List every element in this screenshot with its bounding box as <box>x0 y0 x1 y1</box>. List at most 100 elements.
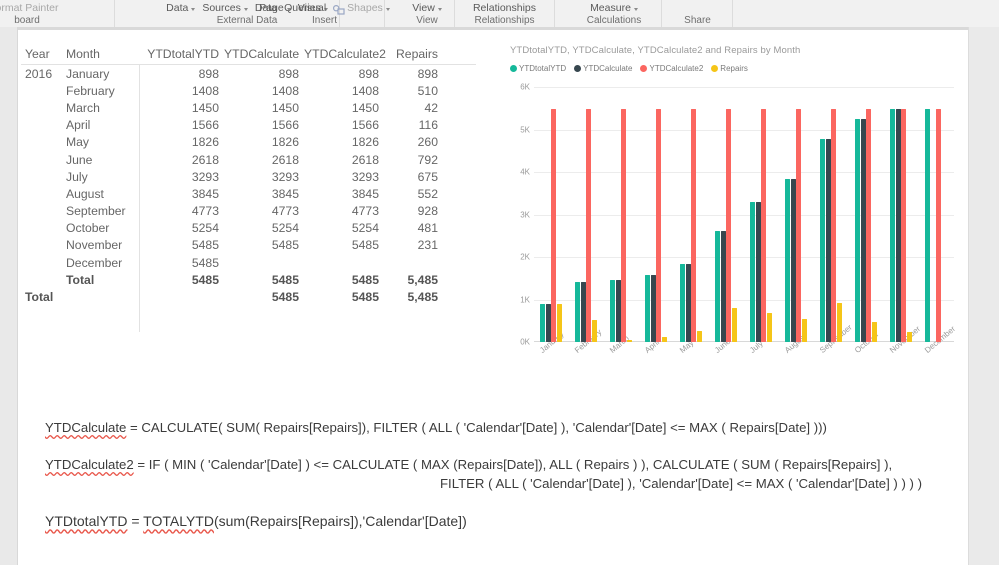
ribbon-button-visual[interactable]: Visual <box>298 0 326 16</box>
chart-bar-group[interactable] <box>639 87 674 342</box>
right-fields-panel[interactable] <box>968 27 999 565</box>
chart-legend[interactable]: YTDtotalYTD YTDCalculate YTDCalculate2 Repa… <box>510 64 748 73</box>
chevron-down-icon[interactable] <box>385 7 390 11</box>
chart-bar-ytdcalculate2[interactable] <box>936 108 942 342</box>
legend-item-ytdcalculate[interactable]: YTDCalculate <box>574 64 632 73</box>
chart-bar-group[interactable] <box>674 87 709 342</box>
chevron-down-icon[interactable] <box>191 7 196 11</box>
chart-bar-repairs[interactable] <box>766 313 772 342</box>
chart-bar-ytdtotalytd[interactable] <box>680 264 685 342</box>
chart-bar-ytdcalculate[interactable] <box>755 202 761 342</box>
chart-bar-ytdcalculate2[interactable] <box>866 108 872 342</box>
matrix-row[interactable]: September 4773 4773 4773 928 <box>21 203 476 220</box>
matrix-row[interactable]: August 3845 3845 3845 552 <box>21 185 476 202</box>
chart-bar-ytdcalculate[interactable] <box>615 280 621 342</box>
matrix-row[interactable]: May 1826 1826 1826 260 <box>21 134 476 151</box>
chart-bar-ytdcalculate[interactable] <box>790 178 796 342</box>
legend-label: YTDCalculate <box>583 64 633 73</box>
chart-bar-group[interactable] <box>569 87 604 342</box>
chart-bar-repairs[interactable] <box>661 337 667 342</box>
chart-bar-ytdtotalytd[interactable] <box>540 303 545 342</box>
matrix-visual[interactable]: Year Month YTDtotalYTD YTDCalculate YTDC… <box>21 44 476 334</box>
legend-item-ytdcalculate2[interactable]: YTDCalculate2 <box>640 64 703 73</box>
matrix-grandtotal-repairs: 5,485 <box>407 290 439 305</box>
chart-bar-group[interactable] <box>534 87 569 342</box>
chart-bar-ytdcalculate[interactable] <box>825 139 831 342</box>
chart-bar-repairs[interactable] <box>626 340 632 342</box>
chart-bar-group[interactable] <box>814 87 849 342</box>
chart-bar-ytdcalculate2[interactable] <box>586 108 592 342</box>
chart-bar-group[interactable] <box>744 87 779 342</box>
matrix-row[interactable]: April 1566 1566 1566 116 <box>21 117 476 134</box>
matrix-row[interactable]: February 1408 1408 1408 510 <box>21 82 476 99</box>
chart-bar-ytdcalculate2[interactable] <box>796 108 802 342</box>
matrix-row[interactable]: July 3293 3293 3293 675 <box>21 168 476 185</box>
chart-bar-ytdcalculate[interactable] <box>895 108 901 342</box>
legend-item-ytdtotalytd[interactable]: YTDtotalYTD <box>510 64 566 73</box>
cell-ytdcalculate: 5485 <box>271 238 299 253</box>
clustered-column-chart[interactable]: YTDtotalYTD, YTDCalculate, YTDCalculate2… <box>506 42 961 402</box>
chart-bar-ytdtotalytd[interactable] <box>925 108 930 342</box>
chevron-down-icon[interactable] <box>437 7 442 11</box>
chart-bar-ytdtotalytd[interactable] <box>750 202 755 342</box>
ribbon-button-view[interactable]: View <box>412 0 442 16</box>
chart-bar-ytdtotalytd[interactable] <box>890 108 895 342</box>
chart-bar-group[interactable] <box>779 87 814 342</box>
chart-bar-repairs[interactable] <box>591 320 597 342</box>
matrix-row[interactable]: November 5485 5485 5485 231 <box>21 237 476 254</box>
chart-bar-ytdcalculate[interactable] <box>860 118 866 342</box>
chevron-down-icon[interactable] <box>633 7 638 11</box>
chart-bar-ytdcalculate2[interactable] <box>691 108 697 342</box>
cell-ytdcalculate: 2618 <box>271 152 299 167</box>
chevron-down-icon[interactable] <box>243 7 248 11</box>
cell-ytdtotalytd: 3845 <box>191 186 219 201</box>
chevron-down-icon[interactable] <box>286 7 291 11</box>
chart-bar-ytdtotalytd[interactable] <box>575 282 580 342</box>
chart-bar-ytdcalculate2[interactable] <box>901 108 907 342</box>
ribbon-button-ormat-painter[interactable]: ormat Painter <box>0 0 59 16</box>
chart-bar-repairs[interactable] <box>906 332 912 342</box>
chart-bar-repairs[interactable] <box>836 302 842 342</box>
matrix-row[interactable]: June 2618 2618 2618 792 <box>21 151 476 168</box>
chart-bar-ytdcalculate2[interactable] <box>726 108 732 342</box>
ribbon-button-page[interactable]: Page <box>259 0 291 16</box>
ribbon-button-relationships[interactable]: Relationships <box>473 0 536 16</box>
matrix-row[interactable]: October 5254 5254 5254 481 <box>21 220 476 237</box>
chart-bar-group[interactable] <box>849 87 884 342</box>
matrix-row[interactable]: 2016 January 898 898 898 898 <box>21 65 476 82</box>
chart-bar-ytdcalculate[interactable] <box>650 275 656 342</box>
chart-bar-repairs[interactable] <box>801 318 807 342</box>
chart-bar-group[interactable] <box>709 87 744 342</box>
chart-bar-ytdtotalytd[interactable] <box>820 139 825 342</box>
ribbon-button-shapes[interactable]: Shapes <box>333 0 390 16</box>
chart-bar-repairs[interactable] <box>871 321 877 342</box>
chart-bar-ytdtotalytd[interactable] <box>610 280 615 342</box>
chart-bar-ytdcalculate[interactable] <box>720 230 726 342</box>
left-nav-strip[interactable] <box>0 27 18 565</box>
chart-bar-ytdtotalytd[interactable] <box>645 275 650 342</box>
chart-bar-ytdcalculate2[interactable] <box>621 108 627 342</box>
chart-bar-group[interactable] <box>884 87 919 342</box>
chart-bar-group[interactable] <box>919 87 954 342</box>
chart-bar-repairs[interactable] <box>731 308 737 342</box>
ribbon-button-data[interactable]: Data <box>166 0 196 16</box>
ribbon-button-sources[interactable]: Sources <box>202 0 248 16</box>
chart-bar-ytdcalculate[interactable] <box>580 282 586 342</box>
chart-bar-ytdtotalytd[interactable] <box>855 118 860 342</box>
chart-bar-ytdcalculate2[interactable] <box>656 108 662 342</box>
chart-bar-ytdcalculate[interactable] <box>685 264 691 342</box>
chart-bar-ytdcalculate2[interactable] <box>831 108 837 342</box>
ribbon-button-measure[interactable]: Measure <box>590 0 638 16</box>
chart-bar-repairs[interactable] <box>696 330 702 342</box>
chart-bar-ytdcalculate2[interactable] <box>551 108 557 342</box>
chart-bar-ytdcalculate[interactable] <box>545 303 551 342</box>
legend-item-repairs[interactable]: Repairs <box>711 64 748 73</box>
matrix-row[interactable]: December 5485 <box>21 254 476 271</box>
cell-month: December <box>66 255 123 270</box>
chart-bar-repairs[interactable] <box>556 303 562 342</box>
chart-bar-ytdtotalytd[interactable] <box>785 178 790 342</box>
chart-bar-group[interactable] <box>604 87 639 342</box>
chart-bar-ytdcalculate2[interactable] <box>761 108 767 342</box>
matrix-row[interactable]: March 1450 1450 1450 42 <box>21 99 476 116</box>
chart-bar-ytdtotalytd[interactable] <box>715 230 720 342</box>
